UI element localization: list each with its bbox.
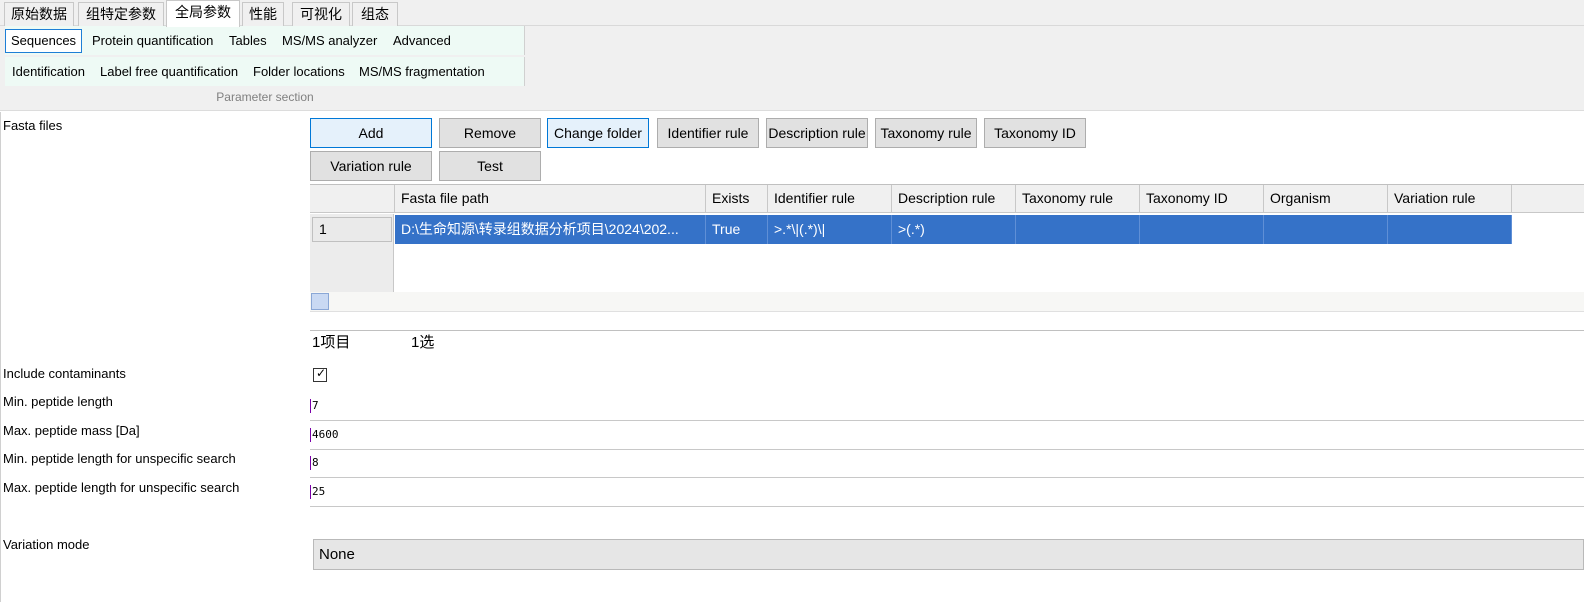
max-peptide-mass-label: Max. peptide mass [Da] [3,423,140,438]
tab-group-specific-parameters[interactable]: 组特定参数 [78,2,164,26]
test-button[interactable]: Test [439,151,541,181]
min-length-unspecific-value: 8 [312,456,319,469]
section-folder-locations[interactable]: Folder locations [247,60,351,84]
parameter-section-label: Parameter section [216,90,314,104]
column-header-variation-rule[interactable]: Variation rule [1388,185,1512,213]
section-label-free-quantification[interactable]: Label free quantification [94,60,244,84]
max-length-unspecific-value: 25 [312,485,326,498]
cell-variation-rule[interactable] [1388,215,1512,244]
column-header-exists[interactable]: Exists [706,185,768,213]
tab-raw-data[interactable]: 原始数据 [4,2,74,26]
item-count-status: 1项目 [312,334,351,351]
max-peptide-mass-input[interactable]: 4600 [310,421,1584,450]
column-header-identifier-rule[interactable]: Identifier rule [768,185,892,213]
min-length-unspecific-input[interactable]: 8 [310,449,1584,478]
text-caret [310,456,311,470]
identifier-rule-button[interactable]: Identifier rule [657,118,759,148]
table-header: Fasta file path Exists Identifier rule D… [310,185,1584,213]
text-caret [310,399,311,413]
fasta-files-label: Fasta files [3,118,63,133]
text-caret [310,428,311,442]
parameter-section-row-2: Identification Label free quantification… [5,57,525,86]
cell-fasta-file-path[interactable]: D:\生命知源\转录组数据分析项目\2024\202... [395,215,706,244]
row-number[interactable]: 1 [312,217,392,242]
tab-performance[interactable]: 性能 [242,2,284,26]
section-tables[interactable]: Tables [223,29,273,53]
text-caret [310,485,311,499]
include-contaminants-label: Include contaminants [3,366,126,381]
taxonomy-rule-button[interactable]: Taxonomy rule [875,118,977,148]
min-peptide-length-value: 7 [312,399,319,412]
min-peptide-length-input[interactable]: 7 [310,392,1584,421]
section-msms-fragmentation[interactable]: MS/MS fragmentation [353,60,491,84]
column-header-organism[interactable]: Organism [1264,185,1388,213]
column-header-taxonomy-rule[interactable]: Taxonomy rule [1016,185,1140,213]
section-advanced[interactable]: Advanced [387,29,457,53]
taxonomy-id-button[interactable]: Taxonomy ID [984,118,1086,148]
parameter-section-row-1: Sequences Protein quantification Tables … [5,26,525,55]
tab-visualization[interactable]: 可视化 [292,2,350,26]
variation-mode-label: Variation mode [3,537,90,552]
max-peptide-mass-value: 4600 [312,428,339,441]
row-header-column: 1 [310,214,394,292]
min-peptide-length-label: Min. peptide length [3,394,113,409]
description-rule-button[interactable]: Description rule [766,118,868,148]
status-divider [310,330,1584,331]
cell-taxonomy-id[interactable] [1140,215,1264,244]
left-divider [0,112,1,602]
column-header-description-rule[interactable]: Description rule [892,185,1016,213]
max-length-unspecific-input[interactable]: 25 [310,478,1584,507]
column-header-taxonomy-id[interactable]: Taxonomy ID [1140,185,1264,213]
remove-button[interactable]: Remove [439,118,541,148]
max-length-unspecific-label: Max. peptide length for unspecific searc… [3,480,240,495]
parameter-section-ribbon: Sequences Protein quantification Tables … [0,26,1584,111]
cell-exists[interactable]: True [706,215,768,244]
checkmark-icon: ✓ [316,366,327,380]
variation-rule-button[interactable]: Variation rule [310,151,432,181]
tab-global-parameters[interactable]: 全局参数 [166,0,240,27]
section-identification[interactable]: Identification [6,60,91,84]
column-header-fasta-file-path[interactable]: Fasta file path [395,185,706,213]
variation-mode-dropdown[interactable]: None [313,539,1584,570]
section-sequences[interactable]: Sequences [5,29,83,53]
min-length-unspecific-label: Min. peptide length for unspecific searc… [3,451,236,466]
tab-configuration[interactable]: 组态 [352,2,398,26]
fasta-files-table[interactable]: Fasta file path Exists Identifier rule D… [310,184,1584,292]
top-tab-strip: 原始数据 组特定参数 全局参数 性能 可视化 组态 [0,0,1584,27]
change-folder-button[interactable]: Change folder [547,118,649,148]
horizontal-scrollbar[interactable] [310,292,1584,312]
cell-taxonomy-rule[interactable] [1016,215,1140,244]
row-header-corner [310,185,395,213]
section-protein-quantification[interactable]: Protein quantification [86,29,219,53]
cell-organism[interactable] [1264,215,1388,244]
cell-description-rule[interactable]: >(.*) [892,215,1016,244]
scrollbar-thumb[interactable] [311,293,329,310]
cell-identifier-rule[interactable]: >.*\|(.*)\| [768,215,892,244]
section-msms-analyzer[interactable]: MS/MS analyzer [276,29,383,53]
selected-count-status: 1选 [411,334,435,351]
add-button[interactable]: Add [310,118,432,148]
